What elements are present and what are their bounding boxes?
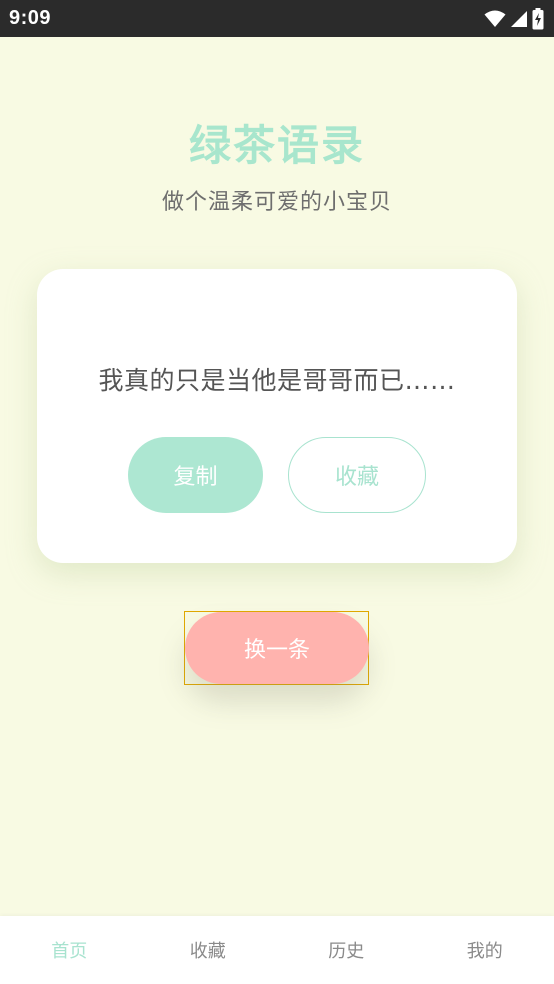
tab-mine[interactable]: 我的: [416, 916, 554, 984]
copy-button[interactable]: 复制: [128, 437, 263, 513]
status-time: 9:09: [9, 7, 52, 29]
status-bar: 9:09: [0, 0, 554, 37]
app-title: 绿茶语录: [188, 121, 365, 170]
bottom-tab-bar: 首页 收藏 历史 我的: [0, 916, 554, 984]
quote-text: 我真的只是当他是哥哥而已……: [98, 366, 456, 395]
app-subtitle: 做个温柔可爱的小宝贝: [161, 190, 392, 215]
favorite-button[interactable]: 收藏: [288, 437, 426, 513]
tab-history[interactable]: 历史: [277, 916, 416, 984]
next-quote-button[interactable]: 换一条: [185, 612, 369, 684]
wifi-icon: [484, 10, 506, 28]
quote-card: 我真的只是当他是哥哥而已…… 复制 收藏: [37, 269, 517, 563]
battery-charging-icon: [532, 8, 544, 30]
cell-signal-icon: [510, 10, 528, 28]
tab-favorites[interactable]: 收藏: [139, 916, 278, 984]
tab-home[interactable]: 首页: [0, 916, 139, 984]
status-icons: [484, 8, 544, 30]
